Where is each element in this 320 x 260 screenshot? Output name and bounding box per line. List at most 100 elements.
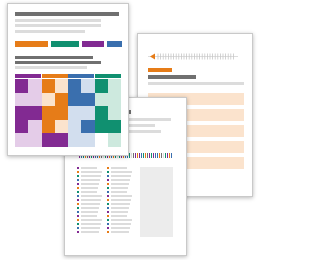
image-placeholder <box>140 167 173 237</box>
text-line <box>15 24 101 27</box>
report-page-front <box>7 3 129 156</box>
list-marker <box>77 199 79 201</box>
strip-tick <box>145 153 146 158</box>
heatmap-header-cell <box>15 74 41 78</box>
legend-swatch-blue <box>107 41 122 47</box>
list-line <box>111 207 129 209</box>
strip-tick <box>135 153 136 158</box>
text-line <box>15 56 93 59</box>
heatmap-cell <box>81 92 95 106</box>
list-line <box>111 179 130 181</box>
list-marker <box>107 171 109 173</box>
list-line <box>81 207 99 209</box>
list-column <box>77 167 102 237</box>
text-line <box>15 61 101 64</box>
heatmap-cell <box>15 92 29 106</box>
list-marker <box>107 219 109 221</box>
text-line <box>15 19 101 22</box>
heatmap-cell <box>41 106 55 120</box>
strip-tick <box>141 153 142 158</box>
list-line <box>81 227 100 229</box>
heatmap-cell <box>81 133 95 147</box>
list-line <box>111 203 130 205</box>
list-line <box>111 187 128 189</box>
list-marker <box>107 203 109 205</box>
heatmap-cell <box>15 133 29 147</box>
heatmap-cell <box>15 119 29 133</box>
heatmap-cell <box>41 119 55 133</box>
list-marker <box>107 191 109 193</box>
section-heading <box>148 68 172 72</box>
list-column <box>107 167 132 237</box>
strip-tick <box>171 153 172 158</box>
heatmap-cell <box>54 119 68 133</box>
list-line <box>81 199 101 201</box>
legend-swatch-purple <box>82 41 104 47</box>
heatmap-cell <box>41 79 55 93</box>
list-line <box>111 175 131 177</box>
heatmap-grid <box>15 74 121 147</box>
list-marker <box>77 207 79 209</box>
heatmap-cell <box>94 92 108 106</box>
strip-tick <box>167 153 168 158</box>
list-marker <box>107 223 109 225</box>
list-line <box>81 175 101 177</box>
strip-tick <box>161 153 162 158</box>
heatmap-cell <box>94 133 108 147</box>
text-line <box>15 30 85 33</box>
strip-tick <box>143 153 144 158</box>
heatmap-cell <box>94 106 108 120</box>
heatmap-cell <box>15 79 29 93</box>
list-marker <box>107 183 109 185</box>
list-line <box>81 195 102 197</box>
list-marker <box>107 179 109 181</box>
strip-tick <box>165 153 166 158</box>
heatmap-cell <box>68 133 82 147</box>
strip-tick <box>169 153 170 158</box>
list-marker <box>77 171 79 173</box>
list-marker <box>77 187 79 189</box>
sequence-ruler <box>148 48 238 60</box>
legend-swatch-orange <box>15 41 48 47</box>
list-marker <box>77 175 79 177</box>
strip-tick <box>163 153 164 158</box>
list-line <box>81 223 101 225</box>
list-line <box>81 215 97 217</box>
list-line <box>111 211 128 213</box>
list-line <box>111 223 131 225</box>
heatmap-cell <box>28 119 42 133</box>
list-line <box>111 215 127 217</box>
heatmap-cell <box>28 79 42 93</box>
list-marker <box>107 231 109 233</box>
heatmap-cell <box>107 92 121 106</box>
heatmap-cell <box>41 133 55 147</box>
list-marker <box>107 187 109 189</box>
heatmap-header-cell <box>94 74 121 78</box>
list-marker <box>107 175 109 177</box>
list-line <box>81 171 102 173</box>
list-line <box>81 167 97 169</box>
list-marker <box>77 219 79 221</box>
list-line <box>111 195 132 197</box>
legend-swatch-green <box>51 41 79 47</box>
heatmap-cell <box>107 106 121 120</box>
strip-tick <box>151 153 152 158</box>
heatmap-cell <box>28 133 42 147</box>
list-line <box>111 167 127 169</box>
list-marker <box>77 203 79 205</box>
heatmap-cell <box>94 79 108 93</box>
list-line <box>81 231 99 233</box>
list-marker <box>107 195 109 197</box>
heatmap-cell <box>107 133 121 147</box>
list-marker <box>77 195 79 197</box>
heatmap-cell <box>68 106 82 120</box>
heatmap-cell <box>68 92 82 106</box>
ruler-arrow <box>150 53 155 60</box>
list-line <box>81 191 97 193</box>
strip-tick <box>137 153 138 158</box>
list-line <box>81 211 98 213</box>
list-marker <box>77 191 79 193</box>
heatmap-cell <box>94 119 108 133</box>
list-marker <box>107 199 109 201</box>
heatmap-cell <box>54 92 68 106</box>
